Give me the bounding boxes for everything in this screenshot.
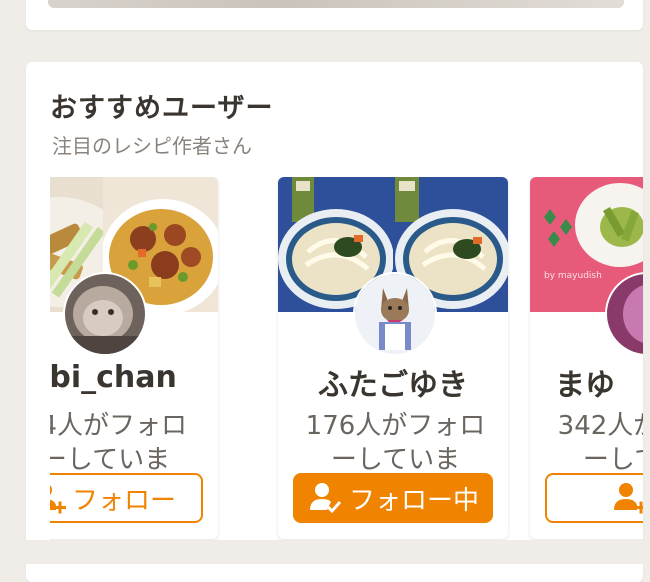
recommended-users-section: おすすめユーザー 注目のレシピ作者さん bi_chan 人がフォローしていま フ… xyxy=(26,62,643,582)
add-user-icon xyxy=(613,483,643,514)
user-name[interactable]: ふたごゆき xyxy=(278,360,508,404)
avatar[interactable] xyxy=(353,272,437,356)
follow-button-label: フォロー xyxy=(71,485,176,516)
user-card[interactable]: abi_chan 64人がフォローしていま フォロー xyxy=(50,177,218,539)
previous-card[interactable] xyxy=(26,0,643,30)
follower-count: 64人がフォローしていま xyxy=(50,411,188,475)
follower-count: 176人がフォローしていま xyxy=(305,411,486,475)
previous-card-image xyxy=(48,0,624,8)
following-button[interactable]: フォロー中 xyxy=(293,473,493,523)
user-name[interactable]: まゆ xyxy=(555,360,643,404)
user-name[interactable]: abi_chan xyxy=(50,360,218,395)
section-subtitle: 注目のレシピ作者さん xyxy=(52,134,252,158)
user-card[interactable]: by mayudish まゆ 342人がフォローしていま xyxy=(530,177,643,539)
user-carousel[interactable]: abi_chan 64人がフォローしていま フォロー xyxy=(50,177,643,547)
follow-button[interactable]: フォロー xyxy=(50,473,203,523)
user-check-icon xyxy=(309,483,342,514)
page-background xyxy=(0,540,650,564)
thumbnail-caption: by mayudish xyxy=(544,271,602,281)
section-title: おすすめユーザー xyxy=(50,93,274,124)
follower-count: 342人がフォローしていま xyxy=(557,411,643,475)
add-user-icon xyxy=(50,485,66,514)
following-button-label: フォロー中 xyxy=(348,485,479,516)
follow-button[interactable]: フ xyxy=(545,473,643,523)
user-card[interactable]: ふたごゆき 176人がフォローしていま フォロー中 xyxy=(278,177,508,539)
avatar[interactable] xyxy=(63,272,147,356)
